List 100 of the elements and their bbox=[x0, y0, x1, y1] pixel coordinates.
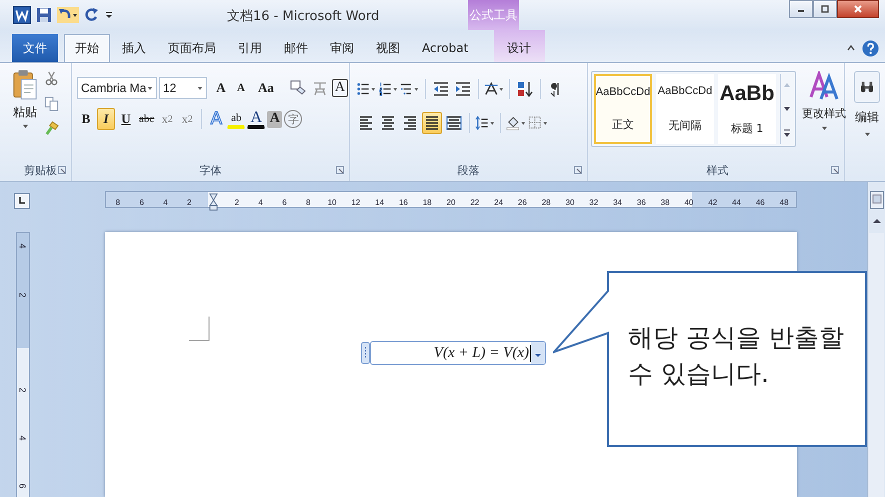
ribbon-tab[interactable]: 页面布局 bbox=[158, 34, 226, 62]
paste-button[interactable]: 粘贴 bbox=[10, 69, 40, 159]
view-ruler-icon[interactable] bbox=[870, 191, 884, 209]
redo-icon[interactable] bbox=[84, 7, 100, 23]
style-item[interactable]: AaBb 标题 1 bbox=[718, 74, 776, 144]
ribbon-tab[interactable]: 视图 bbox=[366, 34, 410, 62]
ruler-number: 42 bbox=[708, 198, 718, 206]
ruler-number: 38 bbox=[660, 198, 670, 206]
dialog-launcher-icon[interactable] bbox=[58, 166, 66, 174]
ruler-number: 48 bbox=[780, 198, 789, 206]
equation-field[interactable]: V(x + L) = V(x) bbox=[370, 341, 546, 365]
ruler-number: 34 bbox=[613, 198, 622, 206]
format-painter-icon[interactable] bbox=[44, 121, 59, 136]
font-size-field[interactable]: 12 bbox=[159, 77, 207, 99]
asian-layout-icon[interactable] bbox=[484, 81, 504, 97]
sort-icon[interactable] bbox=[515, 81, 535, 97]
decrease-indent-icon[interactable] bbox=[431, 81, 451, 97]
group-label: 字体 bbox=[200, 162, 222, 178]
dialog-launcher-icon[interactable] bbox=[336, 166, 344, 174]
dialog-launcher-icon[interactable] bbox=[574, 166, 582, 174]
ruler-number: 30 bbox=[566, 198, 574, 206]
ruler-number: 18 bbox=[422, 198, 432, 206]
caret-icon bbox=[864, 132, 870, 137]
ruler-number: 4 bbox=[258, 198, 263, 206]
cut-icon[interactable] bbox=[44, 71, 59, 86]
caret-icon bbox=[820, 126, 828, 131]
ruler-number: 12 bbox=[351, 198, 360, 206]
ribbon-tab[interactable]: 引用 bbox=[228, 34, 272, 62]
minimize-button[interactable] bbox=[789, 0, 813, 18]
ruler-number: 2 bbox=[17, 292, 29, 298]
strikethrough-button[interactable]: abc bbox=[137, 108, 156, 130]
callout-text: 해당 공식을 반출할 수 있습니다. bbox=[628, 322, 844, 390]
shading-icon[interactable] bbox=[506, 115, 526, 131]
justify-button[interactable] bbox=[422, 112, 442, 134]
increase-indent-icon[interactable] bbox=[453, 81, 473, 97]
close-icon bbox=[853, 4, 863, 14]
ruler-number: 6 bbox=[139, 198, 144, 206]
italic-button[interactable]: I bbox=[97, 108, 115, 130]
editing-button[interactable]: 编辑 bbox=[854, 71, 880, 137]
tab-selector-button[interactable] bbox=[14, 193, 30, 209]
collapse-ribbon-icon[interactable] bbox=[846, 43, 856, 53]
ruler-number: 44 bbox=[732, 198, 741, 206]
change-case-button[interactable]: Aa bbox=[256, 77, 276, 99]
ruler-number: 8 bbox=[306, 198, 310, 206]
bold-button[interactable]: B bbox=[77, 108, 95, 130]
ruler-number: 20 bbox=[446, 198, 456, 206]
change-styles-button[interactable]: 更改样式 bbox=[802, 71, 846, 159]
ruler-number: 4 bbox=[17, 244, 29, 248]
shrink-font-button[interactable]: A bbox=[232, 77, 250, 99]
caret-icon bbox=[147, 86, 153, 90]
indent-marker-icon[interactable] bbox=[208, 192, 218, 212]
ruler-number: 36 bbox=[636, 198, 646, 206]
styles-letters-icon bbox=[809, 71, 839, 101]
ribbon-tab[interactable]: 邮件 bbox=[274, 34, 318, 62]
equation-handle-icon[interactable] bbox=[361, 342, 370, 364]
ruler-number: 4 bbox=[163, 198, 168, 206]
caret-icon bbox=[197, 86, 203, 90]
ruler-number: 10 bbox=[328, 198, 336, 206]
equation-options-icon[interactable] bbox=[531, 342, 545, 364]
font-name-field[interactable]: Cambria Ma bbox=[77, 77, 157, 99]
close-button[interactable] bbox=[837, 0, 879, 18]
maximize-button[interactable] bbox=[813, 0, 837, 18]
numbering-icon[interactable] bbox=[378, 81, 398, 97]
highlight-button[interactable]: ab bbox=[227, 109, 246, 129]
help-icon[interactable] bbox=[862, 40, 879, 56]
grow-font-button[interactable]: A bbox=[212, 77, 230, 99]
multilevel-list-icon[interactable] bbox=[400, 81, 420, 97]
ribbon-tab[interactable]: 插入 bbox=[112, 34, 156, 62]
ribbon-tab[interactable]: Acrobat bbox=[412, 34, 478, 62]
ruler-number: 2 bbox=[187, 198, 192, 206]
underline-button[interactable]: U bbox=[117, 108, 135, 130]
undo-icon[interactable] bbox=[57, 7, 79, 23]
ruler-number: 8 bbox=[116, 198, 120, 206]
enclose-character-button[interactable]: 字 bbox=[284, 110, 302, 128]
character-border-button[interactable]: A bbox=[332, 79, 348, 97]
copy-icon[interactable] bbox=[44, 96, 59, 111]
ruler-number: 16 bbox=[398, 198, 408, 206]
style-item[interactable]: AaBbCcDd 正文 bbox=[594, 74, 652, 144]
ruler-number: 2 bbox=[17, 388, 29, 392]
ruler-number: 6 bbox=[17, 484, 29, 488]
group-label: 剪贴板 bbox=[24, 162, 57, 178]
text-boundary-mark bbox=[189, 316, 210, 342]
ruler-number: 46 bbox=[756, 198, 765, 206]
ribbon-tab[interactable]: 审阅 bbox=[320, 34, 364, 62]
ruler-number: 24 bbox=[494, 198, 504, 206]
file-tab[interactable]: 文件 bbox=[12, 34, 58, 62]
style-item[interactable]: AaBbCcDd 无间隔 bbox=[656, 74, 714, 144]
ruler-number: 14 bbox=[375, 198, 384, 206]
dialog-launcher-icon[interactable] bbox=[831, 166, 839, 174]
ribbon-tab[interactable]: 开始 bbox=[64, 34, 110, 62]
customize-caret-icon[interactable] bbox=[105, 10, 113, 20]
left-tab-icon bbox=[17, 196, 27, 206]
character-shading-button[interactable]: A bbox=[267, 110, 282, 128]
save-icon[interactable] bbox=[36, 7, 52, 23]
bullets-icon[interactable] bbox=[356, 81, 376, 97]
line-spacing-icon[interactable] bbox=[475, 115, 495, 131]
group-label: 段落 bbox=[458, 162, 480, 178]
ruler-number: 40 bbox=[684, 198, 694, 206]
maximize-icon bbox=[820, 4, 830, 14]
clipboard-icon bbox=[12, 69, 38, 101]
